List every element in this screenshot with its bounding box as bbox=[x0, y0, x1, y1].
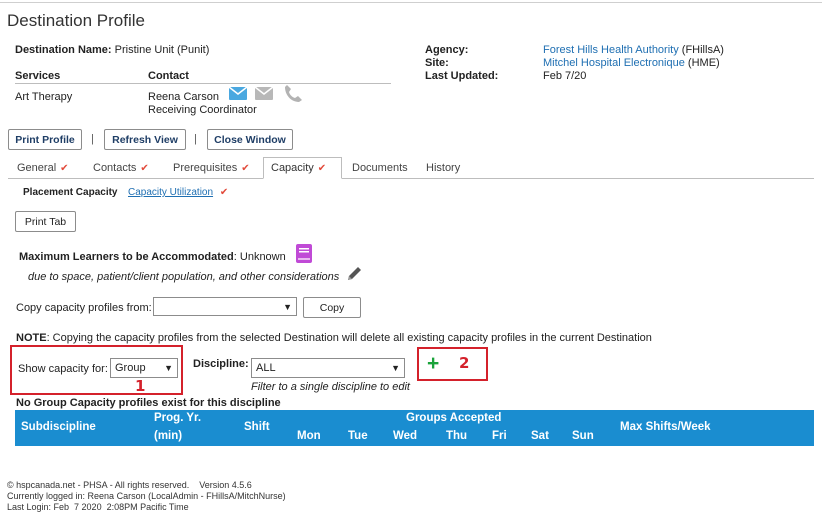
max-learners-value: : Unknown bbox=[233, 251, 286, 263]
destination-value: Pristine Unit (Punit) bbox=[114, 44, 210, 56]
discipline-selected: ALL bbox=[256, 362, 276, 374]
site-value: Mitchel Hospital Electronique (HME) bbox=[543, 57, 720, 69]
footer-logged-in: Currently logged in: Reena Carson (Local… bbox=[7, 491, 286, 501]
dropdown-arrow-icon: ▼ bbox=[391, 363, 400, 373]
max-learners-label: Maximum Learners to be Accommodated bbox=[19, 251, 234, 263]
col-wed: Wed bbox=[393, 430, 418, 442]
show-capacity-label: Show capacity for: bbox=[18, 363, 108, 375]
col-shift: Shift bbox=[244, 421, 270, 433]
col-min: (min) bbox=[154, 430, 183, 442]
discipline-hint: Filter to a single discipline to edit bbox=[251, 381, 410, 393]
col-groups-accepted: Groups Accepted bbox=[406, 412, 502, 424]
copy-button[interactable]: Copy bbox=[303, 297, 361, 318]
agency-value: Forest Hills Health Authority (FHillsA) bbox=[543, 44, 724, 56]
col-fri: Fri bbox=[492, 430, 507, 442]
services-header: Services bbox=[15, 70, 61, 82]
dropdown-arrow-icon: ▼ bbox=[164, 363, 173, 373]
utilization-link[interactable]: Capacity Utilization bbox=[128, 187, 213, 198]
print-profile-button[interactable]: Print Profile bbox=[8, 129, 82, 150]
show-capacity-selected: Group bbox=[115, 362, 146, 374]
book-icon[interactable] bbox=[296, 244, 312, 263]
copy-from-select[interactable]: ▼ bbox=[153, 297, 297, 316]
toolbar-separator: | bbox=[194, 133, 197, 145]
phone-icon bbox=[285, 85, 302, 102]
col-tue: Tue bbox=[348, 430, 368, 442]
site-label: Site: bbox=[425, 57, 449, 69]
site-code: (HME) bbox=[687, 57, 720, 69]
tab-label: Prerequisites bbox=[173, 162, 238, 174]
tab-contacts[interactable]: Contacts ✔ bbox=[86, 157, 156, 179]
tab-label: Documents bbox=[352, 162, 408, 174]
show-capacity-select[interactable]: Group ▼ bbox=[110, 358, 178, 378]
add-plus-icon[interactable]: + bbox=[427, 351, 439, 377]
check-icon: ✔ bbox=[241, 162, 250, 174]
check-icon: ✔ bbox=[219, 187, 229, 198]
highlight-marker-2: 2 bbox=[459, 354, 470, 372]
check-icon: ✔ bbox=[317, 162, 327, 174]
capacity-table-header: Subdiscipline Prog. Yr. (min) Shift Grou… bbox=[15, 410, 814, 446]
page-title: Destination Profile bbox=[7, 11, 145, 30]
footer-copyright: © hspcanada.net - PHSA - All rights rese… bbox=[7, 480, 252, 490]
empty-message: No Group Capacity profiles exist for thi… bbox=[16, 397, 281, 409]
copy-capacity-label: Copy capacity profiles from: bbox=[16, 302, 152, 314]
dropdown-arrow-icon: ▼ bbox=[283, 301, 292, 312]
tab-label: Capacity bbox=[271, 162, 314, 174]
col-sat: Sat bbox=[531, 430, 549, 442]
highlight-box-2: + 2 bbox=[417, 347, 488, 381]
close-window-button[interactable]: Close Window bbox=[207, 129, 293, 150]
col-sun: Sun bbox=[572, 430, 594, 442]
refresh-view-button[interactable]: Refresh View bbox=[104, 129, 186, 150]
site-link[interactable]: Mitchel Hospital Electronique bbox=[543, 57, 685, 69]
col-thu: Thu bbox=[446, 430, 468, 442]
col-mon: Mon bbox=[297, 430, 321, 442]
check-icon: ✔ bbox=[140, 162, 149, 174]
tab-general[interactable]: General ✔ bbox=[10, 157, 76, 179]
print-tab-button[interactable]: Print Tab bbox=[15, 211, 76, 232]
agency-link[interactable]: Forest Hills Health Authority bbox=[543, 44, 679, 56]
check-icon: ✔ bbox=[60, 162, 69, 174]
tab-label: History bbox=[426, 162, 461, 174]
copy-note: NOTE: Copying the capacity profiles from… bbox=[16, 332, 652, 344]
highlight-marker-1: 1 bbox=[135, 377, 146, 395]
tab-label: General bbox=[17, 162, 57, 174]
tab-documents[interactable]: Documents bbox=[345, 157, 415, 179]
discipline-label: Discipline: bbox=[193, 358, 249, 370]
pencil-edit-icon[interactable] bbox=[345, 265, 363, 283]
contact-header: Contact bbox=[148, 70, 189, 82]
destination-label: Destination Name: bbox=[15, 44, 112, 56]
max-learners: Maximum Learners to be Accommodated: Unk… bbox=[19, 251, 286, 263]
last-updated-value: Feb 7/20 bbox=[543, 70, 587, 82]
agency-label: Agency: bbox=[425, 44, 469, 56]
toolbar-separator: | bbox=[91, 133, 94, 145]
services-divider bbox=[15, 83, 391, 84]
email-envelope-icon[interactable] bbox=[229, 87, 247, 100]
tab-label: Contacts bbox=[93, 162, 137, 174]
contact-name: Reena Carson bbox=[148, 91, 219, 103]
tab-history[interactable]: History bbox=[419, 157, 467, 179]
col-max-shifts: Max Shifts/Week bbox=[620, 421, 711, 433]
contact-role: Receiving Coordinator bbox=[148, 104, 257, 116]
subtab-placement-capacity[interactable]: Placement Capacity bbox=[23, 187, 118, 198]
agency-code: (FHillsA) bbox=[681, 44, 724, 56]
max-learners-note: due to space, patient/client population,… bbox=[28, 271, 340, 283]
subtab-capacity-utilization[interactable]: Capacity Utilization ✔ bbox=[128, 187, 228, 198]
col-prog-yr: Prog. Yr. bbox=[154, 412, 202, 424]
note-text: : Copying the capacity profiles from the… bbox=[46, 332, 652, 344]
tab-capacity[interactable]: Capacity ✔ bbox=[263, 157, 342, 179]
footer-last-login: Last Login: Feb 7 2020 2:08PM Pacific Ti… bbox=[7, 502, 189, 512]
col-subdiscipline: Subdiscipline bbox=[21, 421, 96, 433]
discipline-select[interactable]: ALL ▼ bbox=[251, 358, 405, 378]
top-border bbox=[0, 2, 822, 3]
note-label: NOTE bbox=[16, 332, 47, 344]
services-value: Art Therapy bbox=[15, 91, 73, 103]
tab-prerequisites[interactable]: Prerequisites ✔ bbox=[166, 157, 257, 179]
last-updated-label: Last Updated: bbox=[425, 70, 499, 82]
email-disabled-icon bbox=[255, 87, 273, 100]
destination-name: Destination Name: Pristine Unit (Punit) bbox=[15, 44, 209, 56]
